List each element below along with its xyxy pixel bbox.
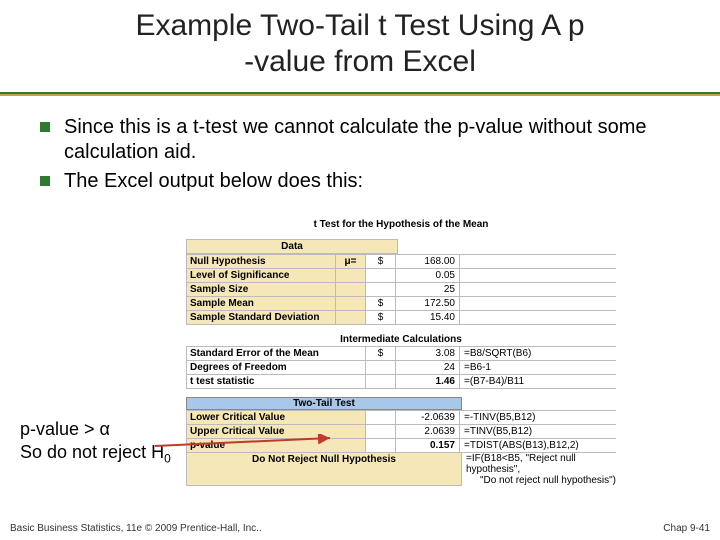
title-line-1: Example Two-Tail t Test Using A p (135, 9, 584, 42)
cell-label: t test statistic (186, 375, 366, 388)
pvalue-line-1: p-value > α (20, 418, 171, 441)
footer-left: Basic Business Statistics, 11e © 2009 Pr… (10, 523, 262, 534)
cell-value: 172.50 (396, 297, 460, 310)
pvalue-conclusion: p-value > α So do not reject H0 (20, 418, 171, 466)
table-row: Degrees of Freedom 24 =B6-1 (186, 360, 616, 374)
cell-value: 15.40 (396, 311, 460, 324)
cell-formula: =-TINV(B5,B12) (460, 411, 616, 424)
cell-value: 25 (396, 283, 460, 296)
cell-dollar (366, 439, 396, 452)
cell-formula (460, 255, 616, 268)
table-row: Sample Standard Deviation $ 15.40 (186, 310, 616, 325)
content-area: Since this is a t-test we cannot calcula… (40, 115, 680, 198)
cell-formula (460, 311, 616, 324)
cell-label: Level of Significance (186, 269, 336, 282)
table-row: Sample Mean $ 172.50 (186, 296, 616, 310)
cell-dollar (366, 425, 396, 438)
cell-dollar (366, 361, 396, 374)
pvalue-line-2: So do not reject H0 (20, 441, 171, 467)
cell-value: -2.0639 (396, 411, 460, 424)
cell-formula: =TINV(B5,B12) (460, 425, 616, 438)
title-underline (0, 94, 720, 96)
cell-dollar: $ (366, 297, 396, 310)
cell-dollar: $ (366, 347, 396, 360)
cell-formula (460, 297, 616, 310)
cell-symbol (336, 283, 366, 296)
pvalue-line-2a: So do not reject H (20, 442, 164, 462)
cell-symbol (336, 269, 366, 282)
cell-dollar (366, 269, 396, 282)
cell-formula: =TDIST(ABS(B13),B12,2) (460, 439, 616, 452)
cell-formula: =(B7-B4)/B11 (460, 375, 616, 388)
reject-formula-wrap: =IF(B18<B5, "Reject null hypothesis", "D… (462, 453, 616, 486)
cell-dollar (366, 375, 396, 388)
cell-formula (460, 283, 616, 296)
title-line-2: -value from Excel (244, 45, 476, 78)
cell-value: 24 (396, 361, 460, 374)
cell-value: 1.46 (396, 375, 460, 388)
table-row: Lower Critical Value -2.0639 =-TINV(B5,B… (186, 410, 616, 424)
square-bullet-icon (40, 176, 50, 186)
table-row: t test statistic 1.46 =(B7-B4)/B11 (186, 374, 616, 389)
cell-value: 0.05 (396, 269, 460, 282)
cell-symbol: μ= (336, 255, 366, 268)
cell-value: 168.00 (396, 255, 460, 268)
cell-label: Sample Mean (186, 297, 336, 310)
list-item: The Excel output below does this: (40, 169, 680, 194)
reject-formula-2: "Do not reject null hypothesis") (466, 475, 616, 486)
excel-intermediate-title: Intermediate Calculations (186, 333, 616, 346)
excel-data-header: Data (186, 239, 398, 254)
arrow-icon (150, 434, 340, 474)
bullet-text: The Excel output below does this: (64, 169, 363, 194)
reject-formula-1: =IF(B18<B5, "Reject null hypothesis", (466, 453, 616, 475)
cell-dollar (366, 411, 396, 424)
excel-main-title: t Test for the Hypothesis of the Mean (186, 218, 616, 231)
cell-dollar: $ (366, 255, 396, 268)
cell-symbol (336, 297, 366, 310)
excel-twotail-title: Two-Tail Test (186, 397, 462, 410)
cell-dollar (366, 283, 396, 296)
slide-title: Example Two-Tail t Test Using A p -value… (40, 8, 680, 80)
cell-symbol (336, 311, 366, 324)
cell-label: Sample Size (186, 283, 336, 296)
cell-label: Standard Error of the Mean (186, 347, 366, 360)
title-band: Example Two-Tail t Test Using A p -value… (0, 0, 720, 94)
cell-label: Null Hypothesis (186, 255, 336, 268)
bullet-text: Since this is a t-test we cannot calcula… (64, 115, 680, 165)
table-row: Null Hypothesis μ= $ 168.00 (186, 254, 616, 268)
cell-value: 0.157 (396, 439, 460, 452)
cell-formula: =B8/SQRT(B6) (460, 347, 616, 360)
cell-label: Degrees of Freedom (186, 361, 366, 374)
table-row: Sample Size 25 (186, 282, 616, 296)
cell-label: Sample Standard Deviation (186, 311, 336, 324)
list-item: Since this is a t-test we cannot calcula… (40, 115, 680, 165)
cell-dollar: $ (366, 311, 396, 324)
cell-formula (460, 269, 616, 282)
cell-formula: =B6-1 (460, 361, 616, 374)
footer: Basic Business Statistics, 11e © 2009 Pr… (10, 523, 710, 534)
table-row: Standard Error of the Mean $ 3.08 =B8/SQ… (186, 346, 616, 360)
square-bullet-icon (40, 122, 50, 132)
cell-value: 3.08 (396, 347, 460, 360)
cell-label: Lower Critical Value (186, 411, 366, 424)
cell-value: 2.0639 (396, 425, 460, 438)
table-row: Level of Significance 0.05 (186, 268, 616, 282)
footer-right: Chap 9-41 (663, 523, 710, 534)
